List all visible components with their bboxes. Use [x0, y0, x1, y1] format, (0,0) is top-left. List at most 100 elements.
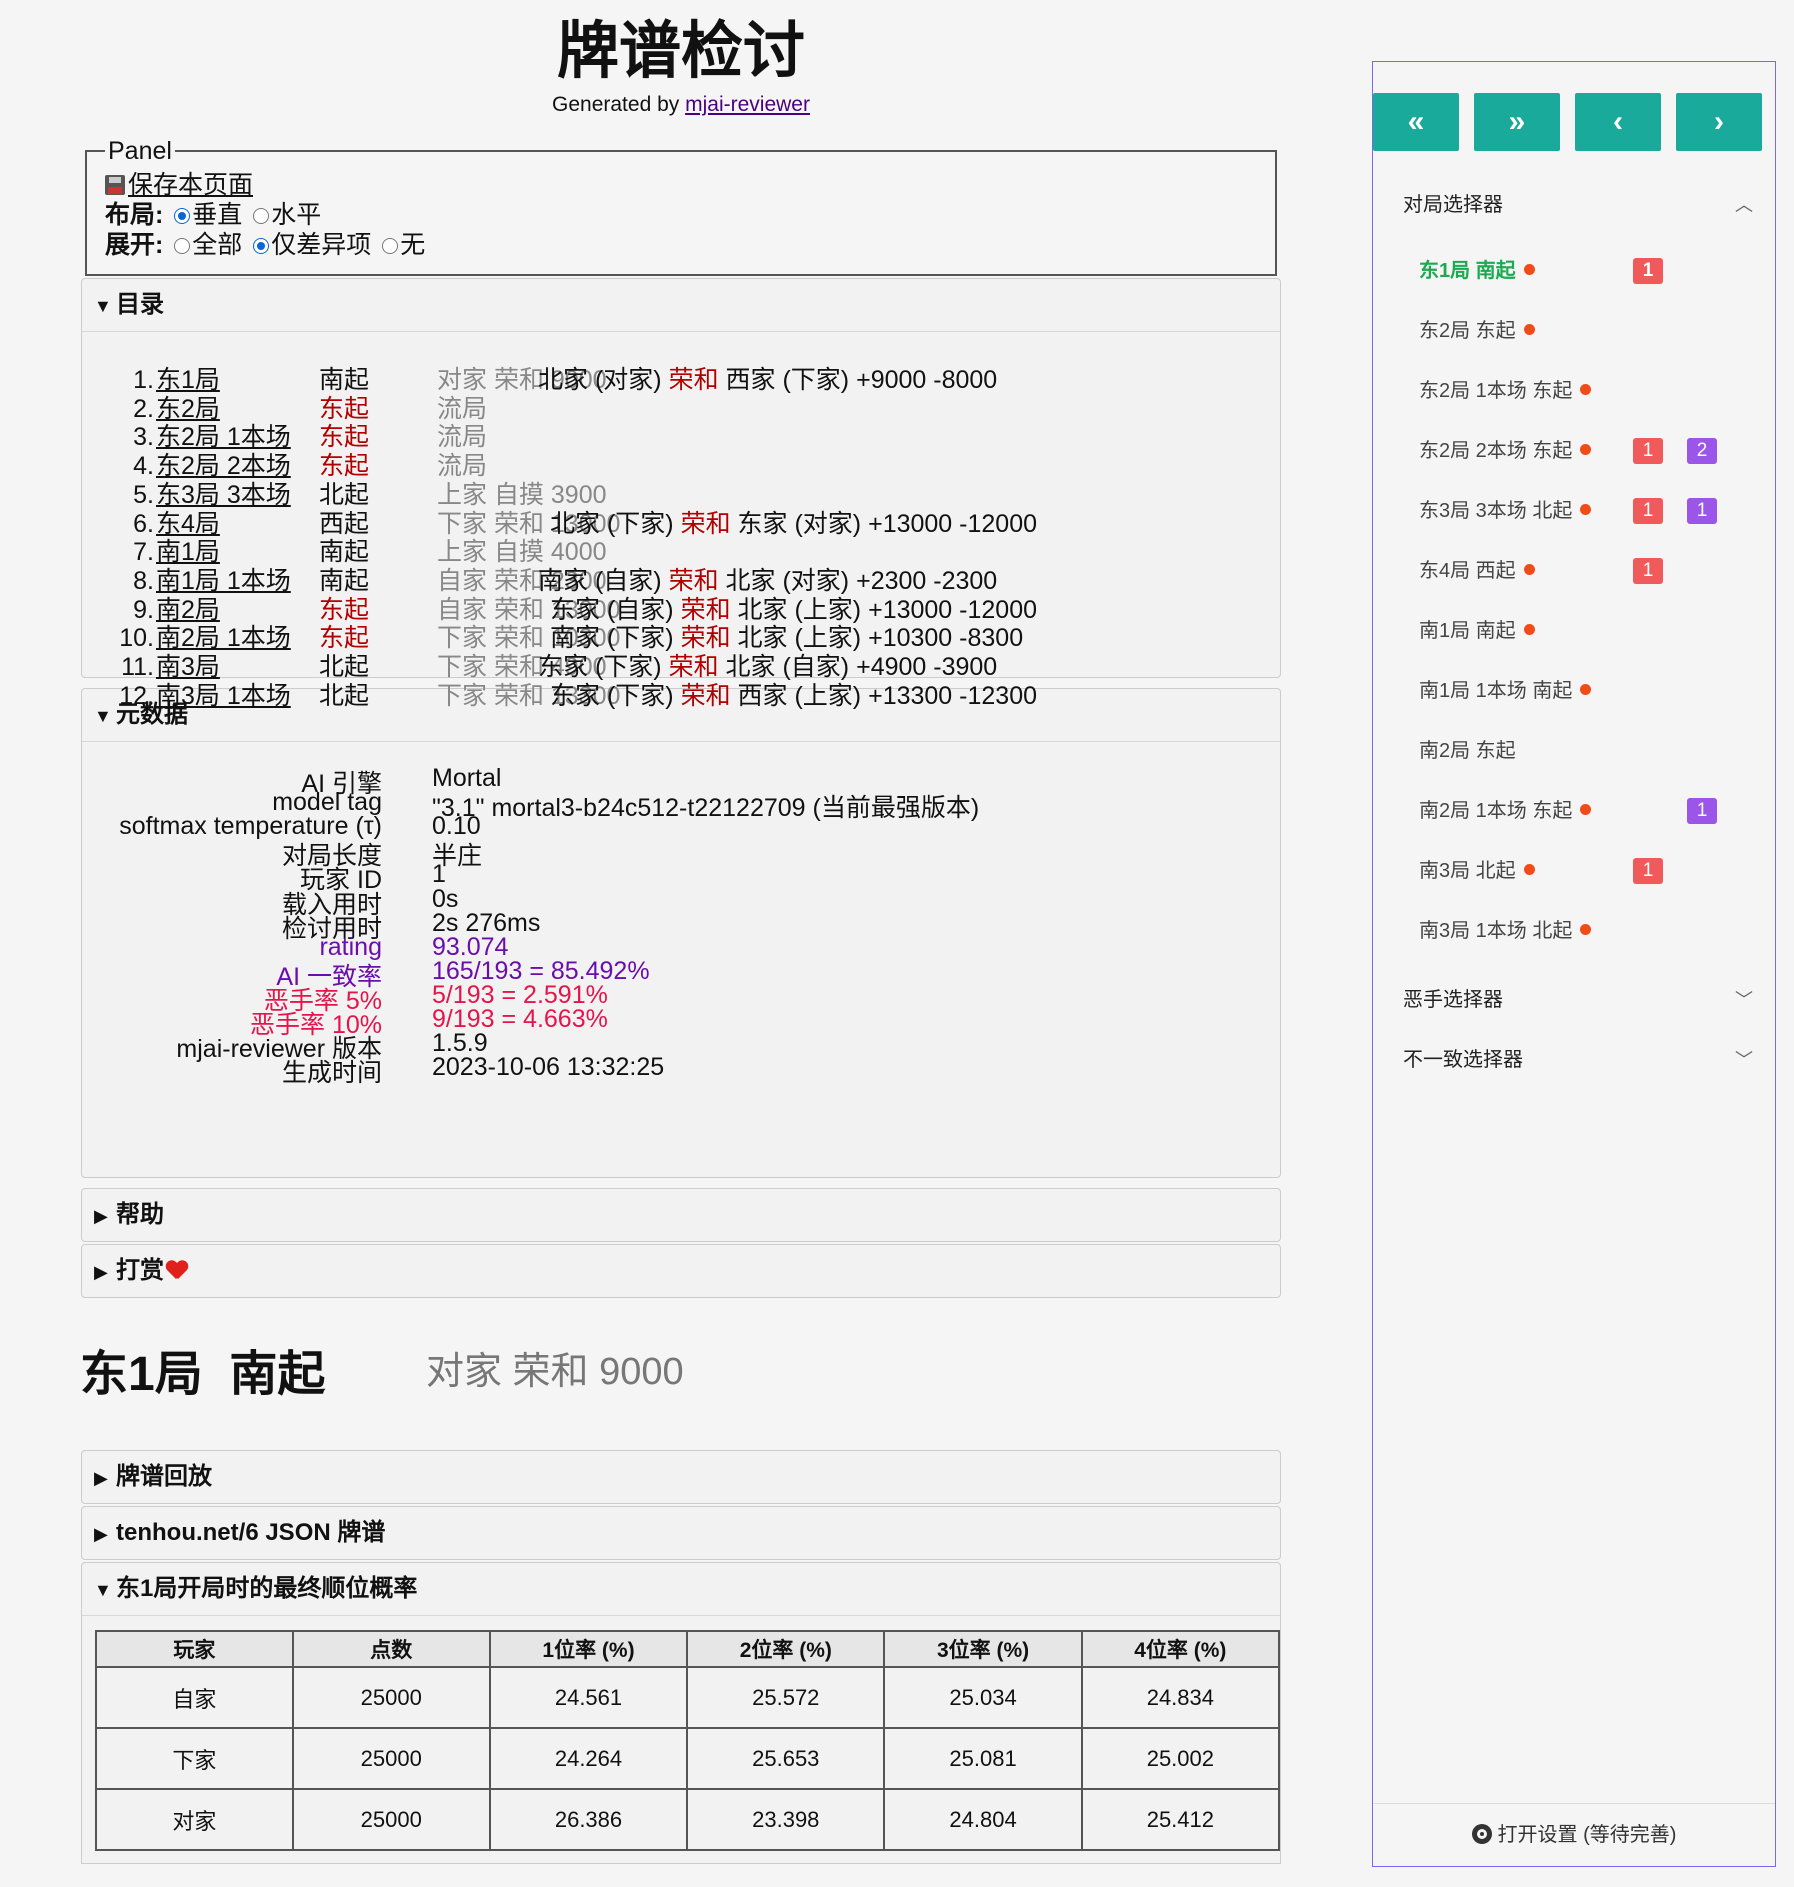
toc-round-link[interactable]: 南1局 [156, 538, 220, 567]
toc-winner: 南家 (下家) [550, 624, 674, 653]
first-round-button[interactable]: « [1373, 93, 1459, 151]
game-item[interactable]: 东3局 3本场 北起 1 1 [1419, 493, 1759, 529]
bad-move-selector-label: 恶手选择器 [1403, 989, 1503, 1011]
toc-dealer: 东起 [319, 394, 370, 423]
expanded-triangle-icon: ▼ [94, 296, 112, 316]
mismatch-badge: 1 [1687, 498, 1717, 524]
game-item[interactable]: 东2局 1本场 东起 [1419, 373, 1759, 409]
game-item[interactable]: 南2局 1本场 东起 1 [1419, 793, 1759, 829]
save-page-link[interactable]: 保存本页面 [128, 171, 253, 199]
replay-summary[interactable]: ▶ 牌谱回放 [82, 1451, 1280, 1503]
bad-move-badge: 1 [1633, 258, 1663, 284]
toc-round-link[interactable]: 东1局 [156, 366, 220, 395]
toc-result-detail: 东家 (下家) 荣和 西家 (上家) +13300 -12300 [550, 682, 1037, 711]
toc-winner: 东家 (下家) [550, 681, 674, 710]
toc-dealer: 东起 [319, 423, 370, 452]
game-selector-label: 对局选择器 [1403, 194, 1503, 216]
game-item[interactable]: 东2局 东起 [1419, 313, 1759, 349]
layout-horizontal-radio[interactable] [253, 208, 270, 224]
toc-summary[interactable]: ▼ 目录 [82, 279, 1280, 332]
toc-round-link[interactable]: 东2局 2本场 [156, 452, 291, 481]
mismatch-selector-header[interactable]: 不一致选择器 ﹀ [1403, 1040, 1753, 1080]
json-summary[interactable]: ▶ tenhou.net/6 JSON 牌谱 [82, 1507, 1280, 1559]
expand-diff-radio[interactable] [253, 238, 270, 254]
toc-row: 4. 东2局 2本场 东起 流局 [82, 452, 1272, 481]
toc-round-link[interactable]: 南1局 1本场 [156, 567, 291, 596]
bad-move-selector-header[interactable]: 恶手选择器 ﹀ [1403, 980, 1753, 1020]
toc-result: 流局 [437, 452, 488, 481]
toc-row-number: 5. [133, 480, 154, 509]
game-item-label: 东3局 3本场 北起 [1419, 500, 1573, 522]
toc-round-link[interactable]: 南3局 [156, 653, 220, 682]
main-content: 牌谱检讨 Generated by mjai-reviewer Panel 保存… [80, 0, 1282, 1864]
toc-delta: +13000 -12000 [868, 509, 1038, 538]
toc-dealer: 西起 [319, 509, 370, 538]
prob-summary[interactable]: ▼ 东1局开局时的最终顺位概率 [82, 1563, 1280, 1616]
control-panel: Panel 保存本页面 布局: 垂直 水平 展开: 全部 仅差异项 无 [85, 136, 1277, 276]
layout-row: 布局: 垂直 水平 [105, 200, 1255, 230]
toc-heading: 目录 [116, 291, 164, 318]
toc-row: 3. 东2局 1本场 东起 流局 [82, 423, 1272, 452]
mjai-reviewer-link[interactable]: mjai-reviewer [685, 93, 810, 116]
game-item[interactable]: 东1局 南起 1 [1419, 253, 1759, 289]
table-cell: 自家 [95, 1666, 294, 1729]
expand-all-label: 全部 [192, 231, 243, 259]
donate-summary[interactable]: ▶ 打赏 [82, 1245, 1280, 1297]
next-round-button[interactable]: › [1676, 93, 1762, 151]
game-selector-header[interactable]: 对局选择器 ︿ [1403, 185, 1753, 225]
game-item[interactable]: 南1局 1本场 南起 [1419, 673, 1759, 709]
toc-dealer: 北起 [319, 480, 370, 509]
status-dot-icon [1523, 564, 1535, 575]
table-cell: 25.081 [883, 1727, 1083, 1790]
toc-row: 9. 南2局 东起 自家 荣和 13000 东家 (自家) 荣和 北家 (上家) +13… [82, 596, 1272, 625]
game-item[interactable]: 南2局 东起 [1419, 733, 1759, 769]
toc-dealer: 南起 [319, 366, 370, 394]
table-cell: 25000 [291, 1788, 491, 1851]
layout-vertical-radio[interactable] [174, 208, 191, 224]
game-item[interactable]: 南1局 南起 [1419, 613, 1759, 649]
toc-loser: 北家 (自家) [725, 653, 850, 681]
column-header: 3位率 (%) [883, 1630, 1083, 1668]
game-item[interactable]: 南3局 1本场 北起 [1419, 913, 1759, 949]
toc-delta: +9000 -8000 [856, 366, 998, 394]
toc-row-number: 12. [119, 681, 154, 710]
game-item[interactable]: 南3局 北起 1 [1419, 853, 1759, 889]
toc-row: 2. 东2局 东起 流局 [82, 395, 1272, 424]
game-item[interactable]: 东2局 2本场 东起 1 2 [1419, 433, 1759, 469]
toc-result-detail: 南家 (自家) 荣和 北家 (对家) +2300 -2300 [538, 567, 997, 596]
toc-winner: 北家 (对家) [538, 366, 662, 394]
toc-round-link[interactable]: 东3局 3本场 [156, 481, 291, 510]
help-summary[interactable]: ▶ 帮助 [82, 1189, 1280, 1241]
expand-diff-label: 仅差异项 [271, 231, 372, 259]
toc-round-link[interactable]: 南3局 1本场 [156, 682, 291, 711]
toc-round-link[interactable]: 南2局 1本场 [156, 624, 291, 653]
expand-all-radio[interactable] [174, 238, 191, 254]
game-item[interactable]: 东4局 西起 1 [1419, 553, 1759, 589]
toc-round-link[interactable]: 东2局 1本场 [156, 423, 291, 452]
last-round-button[interactable]: » [1474, 93, 1560, 151]
toc-round-link[interactable]: 南2局 [156, 596, 220, 625]
metadata-section: ▼ 元数据 AI 引擎 Mortal model tag "3.1" mortal3-b… [81, 688, 1281, 1178]
toc-row-number: 8. [133, 566, 154, 595]
status-dot-icon [1523, 624, 1535, 635]
collapsed-triangle-icon: ▶ [94, 1262, 108, 1282]
game-item-label: 南2局 1本场 东起 [1419, 800, 1573, 822]
toc-win-type: 荣和 [680, 595, 731, 624]
expand-none-radio[interactable] [382, 238, 399, 254]
save-row: 保存本页面 [105, 170, 1255, 200]
table-cell: 下家 [95, 1727, 294, 1790]
toc-round-link[interactable]: 东2局 [156, 395, 220, 424]
open-settings-button[interactable]: 打开设置 (等待完善) [1373, 1803, 1775, 1866]
chevron-down-icon: ﹀ [1735, 990, 1753, 1010]
toc-result-detail: 东家 (下家) 荣和 北家 (自家) +4900 -3900 [538, 653, 997, 682]
table-cell: 25.653 [686, 1727, 886, 1790]
status-dot-icon [1523, 324, 1535, 335]
layout-horizontal-label: 水平 [271, 201, 322, 229]
table-cell: 25000 [291, 1666, 491, 1729]
prev-round-button[interactable]: ‹ [1575, 93, 1661, 151]
metadata-row: 生成时间 2023-10-06 13:32:25 [82, 1053, 1182, 1087]
toc-round-link[interactable]: 东4局 [156, 510, 220, 539]
table-cell: 24.804 [883, 1788, 1083, 1851]
column-header: 点数 [291, 1630, 491, 1668]
toc-result: 流局 [437, 394, 488, 423]
